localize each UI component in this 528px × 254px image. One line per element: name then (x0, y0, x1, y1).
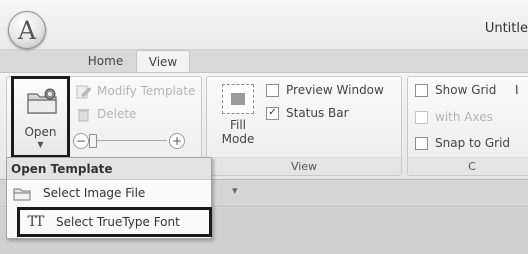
preview-window-checkbox[interactable]: Preview Window (266, 83, 384, 97)
snap-to-grid-label: Snap to Grid (435, 136, 511, 150)
truetype-font-icon: TT (27, 214, 45, 230)
show-grid-check[interactable] (415, 83, 428, 97)
status-bar-check[interactable]: ✓ (266, 106, 279, 120)
grid-group-label: C (408, 157, 528, 175)
open-template-menu-header: Open Template (7, 158, 211, 180)
tab-view[interactable]: View (136, 50, 190, 73)
show-grid-checkbox[interactable]: Show Grid (415, 83, 496, 97)
app-logo-letter: A (17, 16, 37, 45)
modify-template-label: Modify Template (97, 84, 196, 98)
preview-window-label: Preview Window (286, 83, 384, 97)
tab-home[interactable]: Home (78, 50, 133, 72)
fill-mode-label-line1: Fill (229, 118, 247, 132)
fill-mode-label-line2: Mode (221, 132, 255, 146)
tab-list-arrow-icon[interactable]: ▾ (232, 184, 238, 197)
view-group-label: View (207, 157, 401, 175)
show-grid-label: Show Grid (435, 83, 497, 97)
status-bar-label: Status Bar (286, 106, 349, 120)
delete-label: Delete (97, 107, 137, 121)
minus-icon[interactable]: − (73, 133, 89, 149)
select-image-file-item[interactable]: Select Image File (13, 185, 145, 201)
delete-button[interactable]: Delete (75, 106, 136, 122)
title-bar: Untitle (0, 0, 528, 50)
folder-icon (13, 185, 31, 201)
select-image-file-label: Select Image File (43, 186, 146, 200)
modify-template-button[interactable]: Modify Template (75, 83, 195, 99)
open-template-menu: Open Template Select Image File TT Selec… (6, 157, 212, 239)
slider-thumb[interactable] (89, 134, 97, 148)
slider-track (91, 140, 167, 141)
window-title: Untitle (484, 21, 528, 36)
select-truetype-font-item[interactable]: TT Select TrueType Font (17, 207, 212, 237)
status-bar-checkbox[interactable]: ✓ Status Bar (266, 106, 349, 120)
fill-mode-icon (222, 84, 254, 114)
next-group-truncated-label: I (515, 83, 519, 97)
open-button-label: Open (24, 125, 57, 139)
trash-icon (75, 106, 91, 122)
open-button[interactable]: Open ▼ (11, 76, 70, 158)
zoom-slider[interactable]: − + (73, 131, 191, 151)
preview-window-check[interactable] (266, 83, 279, 97)
plus-icon[interactable]: + (169, 133, 185, 149)
application-button[interactable]: A (8, 11, 46, 49)
snap-to-grid-check[interactable] (415, 136, 428, 150)
with-axes-checkbox[interactable]: with Axes (415, 110, 493, 124)
with-axes-check[interactable] (415, 110, 428, 124)
snap-to-grid-checkbox[interactable]: Snap to Grid (415, 136, 510, 150)
open-folder-icon (27, 88, 57, 114)
fill-mode-button[interactable]: Fill Mode (215, 80, 261, 152)
modify-template-icon (75, 83, 91, 99)
select-truetype-font-label: Select TrueType Font (56, 215, 180, 229)
with-axes-label: with Axes (435, 110, 493, 124)
chevron-down-icon: ▼ (37, 140, 44, 149)
